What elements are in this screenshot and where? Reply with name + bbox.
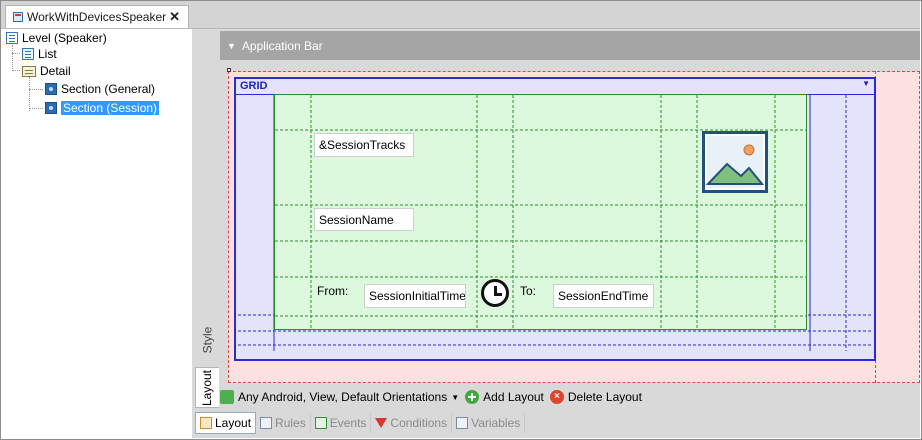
delete-icon: × — [549, 390, 564, 404]
session-tracks-field[interactable]: &SessionTracks — [314, 133, 414, 157]
side-tab-style-label: Style — [200, 326, 214, 354]
application-bar[interactable]: ▼ Application Bar — [220, 31, 920, 60]
close-tab-icon[interactable]: ✕ — [169, 9, 180, 25]
rules-icon — [260, 417, 273, 429]
android-icon — [220, 390, 234, 404]
clock-icon — [481, 279, 509, 307]
tree-connector — [12, 53, 20, 54]
chevron-down-icon[interactable]: ▼ — [451, 393, 459, 402]
level-icon — [6, 32, 18, 44]
filter-icon — [375, 418, 388, 428]
document-tab-title: WorkWithDevicesSpeaker — [27, 10, 167, 24]
detail-icon — [22, 65, 36, 77]
selection-handle[interactable] — [227, 68, 231, 72]
layout-icon — [200, 417, 212, 429]
list-icon — [22, 48, 34, 60]
layout-selector[interactable]: Any Android, View, Default Orientations — [238, 390, 447, 404]
side-tabs: Style Layout — [192, 29, 220, 408]
tree-connector — [29, 89, 43, 90]
tab-layout[interactable]: Layout — [195, 412, 257, 434]
delete-layout-button[interactable]: Delete Layout — [568, 390, 642, 404]
object-tree: Level (Speaker) List Detail Section (Gen… — [1, 29, 191, 438]
tab-layout-label: Layout — [215, 416, 252, 430]
tab-rules[interactable]: Rules — [256, 413, 311, 433]
section-icon — [45, 83, 57, 95]
session-end-time-field[interactable]: SessionEndTime — [553, 284, 654, 308]
tree-item-detail[interactable]: Detail — [22, 62, 71, 80]
section-icon — [45, 102, 57, 114]
document-tab[interactable]: WorkWithDevicesSpeaker ✕ — [5, 5, 189, 28]
tree-connector — [12, 45, 13, 69]
tab-conditions[interactable]: Conditions — [371, 413, 453, 433]
layout-toolbar: Any Android, View, Default Orientations … — [220, 386, 642, 408]
image-glyph — [705, 136, 765, 188]
expand-arrow-icon: ▼ — [227, 40, 236, 51]
events-icon — [314, 417, 327, 429]
add-icon — [465, 390, 480, 404]
side-tab-layout[interactable]: Layout — [195, 367, 219, 408]
tree-item-label: List — [38, 47, 57, 61]
tab-events[interactable]: Events — [311, 413, 372, 433]
add-layout-button[interactable]: Add Layout — [483, 390, 544, 404]
tab-variables-label: Variables — [471, 416, 521, 430]
session-name-field[interactable]: SessionName — [314, 208, 414, 231]
tree-connector — [29, 77, 30, 111]
tab-rules-label: Rules — [275, 416, 306, 430]
tree-connector — [12, 70, 20, 71]
editor-tabs: Layout Rules Events Conditions Variables — [195, 411, 526, 435]
image-placeholder-icon[interactable] — [702, 131, 768, 193]
application-bar-label: Application Bar — [241, 38, 323, 53]
tab-events-label: Events — [329, 416, 367, 430]
tab-conditions-label: Conditions — [390, 416, 448, 430]
tree-item-section-session[interactable]: Section (Session) — [45, 99, 160, 117]
tree-item-section-general[interactable]: Section (General) — [45, 80, 155, 98]
from-label: From: — [317, 284, 349, 298]
tree-item-label: Section (General) — [61, 82, 156, 96]
variables-icon — [456, 417, 469, 429]
side-tab-layout-label: Layout — [200, 369, 215, 406]
session-initial-time-field[interactable]: SessionInitialTime — [364, 284, 466, 308]
side-tab-style[interactable]: Style — [195, 315, 219, 365]
tree-item-label: Level (Speaker) — [22, 31, 107, 45]
work-with-devices-icon — [13, 12, 23, 22]
tab-variables[interactable]: Variables — [452, 413, 526, 433]
tree-connector — [29, 108, 43, 109]
tree-item-label: Section (Session) — [61, 101, 160, 115]
tree-item-list[interactable]: List — [22, 45, 57, 63]
document-tab-strip: WorkWithDevicesSpeaker ✕ — [1, 1, 920, 29]
to-label: To: — [520, 284, 537, 298]
tree-item-label: Detail — [40, 64, 71, 78]
layout-designer: Style Layout ▼ Application Bar GRID ▼ &S… — [192, 29, 920, 438]
